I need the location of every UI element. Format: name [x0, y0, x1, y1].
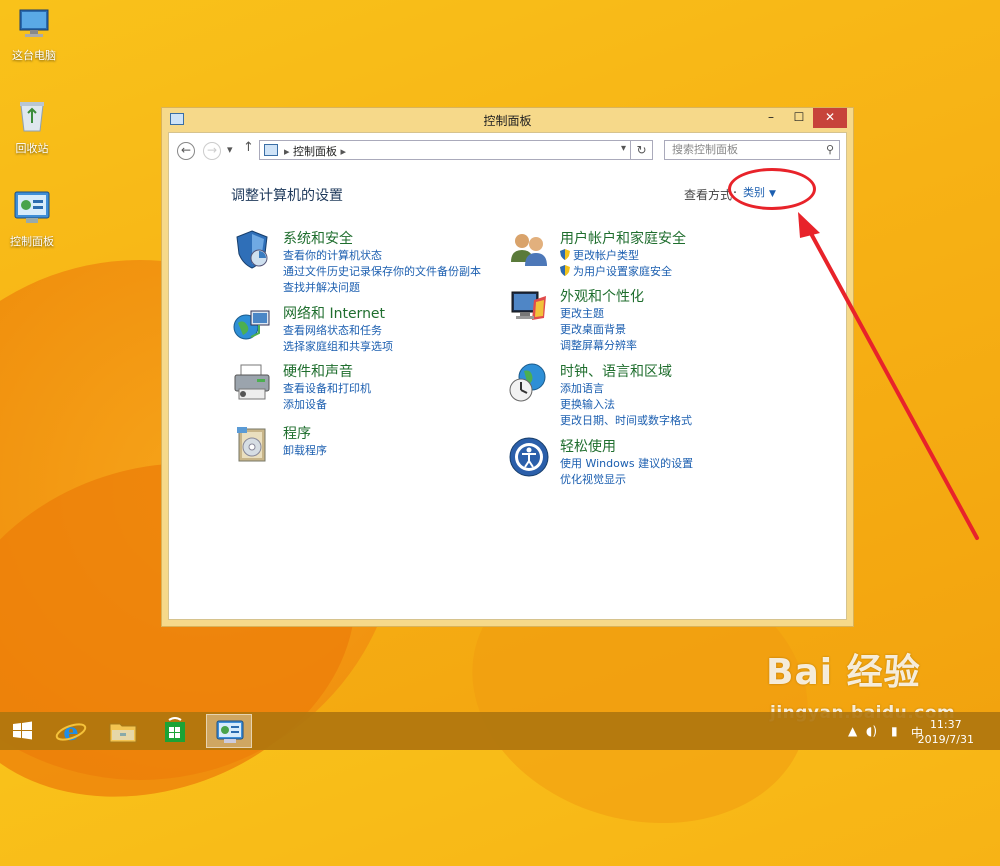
category-link[interactable]: 选择家庭组和共享选项	[283, 339, 393, 355]
breadcrumb-item[interactable]: 控制面板	[293, 145, 337, 158]
uac-shield-icon	[560, 249, 570, 260]
category-link-text: 为用户设置家庭安全	[573, 265, 672, 278]
desktop-icon-recycle-bin[interactable]: 回收站	[0, 97, 64, 156]
category-link[interactable]: 查看设备和打印机	[283, 381, 371, 397]
category-link[interactable]: 优化视觉显示	[560, 472, 693, 488]
notification-chevron-icon[interactable]: ▲	[848, 724, 857, 738]
desktop-icon-label: 回收站	[15, 142, 49, 155]
network-icon[interactable]: ▮	[891, 724, 898, 738]
watermark-brand: Bai 经验	[766, 652, 921, 693]
start-icon	[13, 721, 32, 740]
category-link[interactable]: 查看你的计算机状态	[283, 248, 481, 264]
page-title: 调整计算机的设置	[231, 188, 343, 204]
breadcrumb[interactable]: ▸ 控制面板 ▸	[284, 143, 346, 159]
desktop-icon-label: 这台电脑	[12, 49, 56, 62]
category-title[interactable]: 程序	[283, 423, 311, 443]
system-clock[interactable]: 11:37 2019/7/31	[918, 717, 974, 747]
category-link-text: 更改帐户类型	[573, 249, 639, 262]
search-placeholder: 搜索控制面板	[672, 143, 738, 156]
taskbar-store[interactable]	[152, 714, 198, 748]
desktop-icon-label: 控制面板	[10, 235, 54, 248]
ease-of-access-icon	[508, 436, 550, 478]
category-link[interactable]: 更改桌面背景	[560, 322, 637, 338]
desktop-icon-this-pc[interactable]: 这台电脑	[2, 8, 66, 63]
category-link[interactable]: 添加设备	[283, 397, 371, 413]
up-button[interactable]: ↑	[243, 140, 254, 155]
desktop-icon-control-panel[interactable]: 控制面板	[0, 190, 64, 249]
category-link[interactable]: 通过文件历史记录保存你的文件备份副本	[283, 264, 481, 280]
clock-date: 2019/7/31	[917, 733, 974, 746]
navigation-bar: ← → ▾ ↑ ▸ 控制面板 ▸ ▾ ↻ 搜索控制面板 ⚲	[169, 133, 846, 171]
category-link[interactable]: 查看网络状态和任务	[283, 323, 393, 339]
recycle-bin-icon	[0, 97, 64, 136]
window-titlebar[interactable]: 控制面板 – ☐ ✕	[162, 108, 853, 132]
uac-shield-icon	[560, 265, 570, 276]
back-button[interactable]: ←	[177, 142, 195, 160]
category-link[interactable]: 调整屏幕分辨率	[560, 338, 637, 354]
start-button[interactable]	[0, 714, 46, 748]
users-icon	[508, 228, 550, 270]
control-panel-icon	[216, 720, 244, 743]
svg-text:e: e	[63, 717, 78, 746]
refresh-button[interactable]: ↻	[631, 140, 653, 160]
category-link[interactable]: 更改日期、时间或数字格式	[560, 413, 692, 429]
category-link[interactable]: 使用 Windows 建议的设置	[560, 456, 693, 472]
search-icon[interactable]: ⚲	[826, 141, 834, 159]
category-link[interactable]: 添加语言	[560, 381, 692, 397]
taskbar-control-panel[interactable]	[206, 714, 252, 748]
category-title[interactable]: 网络和 Internet	[283, 303, 385, 323]
category-title[interactable]: 外观和个性化	[560, 286, 644, 306]
display-icon	[508, 286, 550, 328]
programs-icon	[231, 423, 273, 465]
category-link[interactable]: 卸载程序	[283, 443, 327, 459]
annotation-ellipse	[728, 168, 816, 210]
volume-icon[interactable]: ◖)	[866, 724, 877, 738]
taskbar: e ▲ ◖) ▮ 中 11:37 2019/7/31	[0, 712, 1000, 750]
close-button[interactable]: ✕	[813, 108, 847, 128]
window-title: 控制面板	[483, 114, 532, 128]
network-globe-icon	[231, 303, 273, 345]
category-title[interactable]: 轻松使用	[560, 436, 616, 456]
forward-button[interactable]: →	[203, 142, 221, 160]
printer-icon	[231, 361, 273, 403]
address-bar[interactable]: ▸ 控制面板 ▸ ▾	[259, 140, 631, 160]
category-link[interactable]: 更换输入法	[560, 397, 692, 413]
search-input[interactable]: 搜索控制面板 ⚲	[664, 140, 840, 160]
store-icon	[165, 717, 185, 742]
recent-locations-dropdown[interactable]: ▾	[227, 143, 233, 156]
control-panel-icon	[264, 144, 278, 156]
minimize-button[interactable]: –	[757, 108, 785, 128]
category-link[interactable]: 更改主题	[560, 306, 637, 322]
category-title[interactable]: 时钟、语言和区域	[560, 361, 672, 381]
category-title[interactable]: 用户帐户和家庭安全	[560, 228, 686, 248]
category-link[interactable]: 为用户设置家庭安全	[560, 264, 672, 280]
chevron-down-icon[interactable]: ▾	[621, 143, 626, 154]
internet-explorer-icon: e	[55, 717, 87, 746]
category-title[interactable]: 硬件和声音	[283, 361, 353, 381]
control-panel-icon	[0, 190, 64, 229]
shield-icon	[231, 228, 273, 270]
taskbar-file-explorer[interactable]	[100, 714, 146, 748]
taskbar-internet-explorer[interactable]: e	[48, 714, 94, 748]
chevron-right-icon: ▸	[340, 145, 347, 158]
file-explorer-icon	[109, 723, 137, 743]
category-link[interactable]: 更改帐户类型	[560, 248, 672, 264]
maximize-button[interactable]: ☐	[785, 108, 813, 128]
chevron-right-icon: ▸	[284, 145, 290, 158]
computer-icon	[2, 8, 66, 43]
category-title[interactable]: 系统和安全	[283, 228, 353, 248]
clock-time: 11:37	[929, 718, 962, 731]
clock-globe-icon	[508, 361, 550, 403]
category-link[interactable]: 查找并解决问题	[283, 280, 481, 296]
